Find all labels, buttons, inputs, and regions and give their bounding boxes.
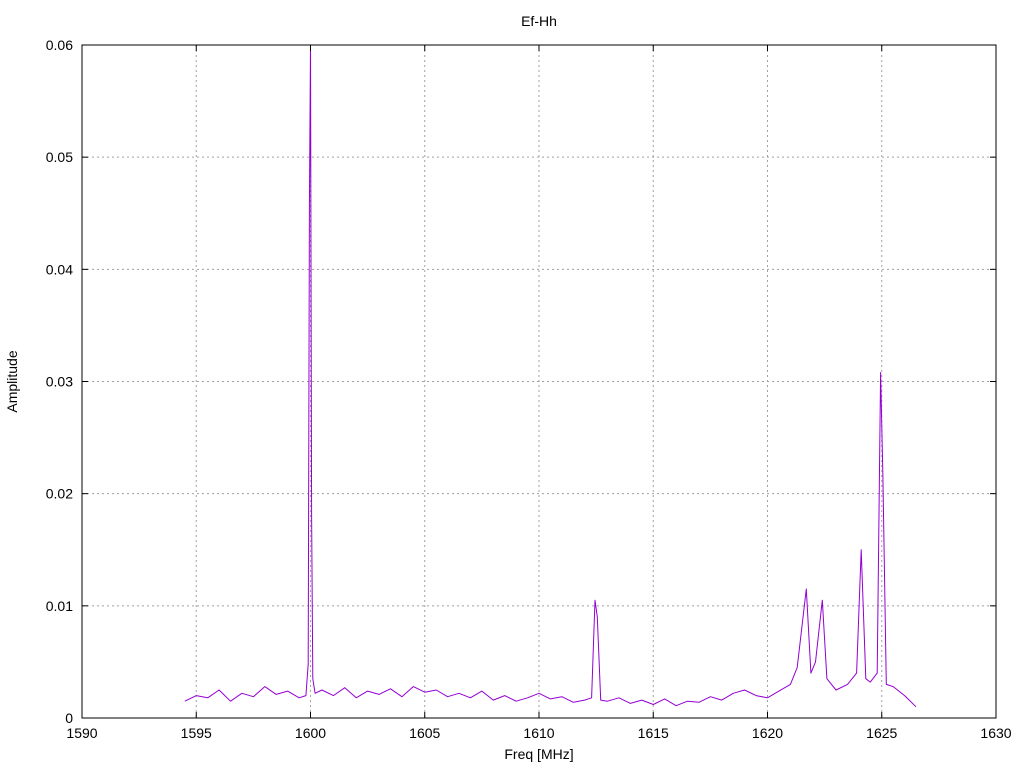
x-tick-label: 1615 xyxy=(638,725,669,741)
x-tick-label: 1595 xyxy=(181,725,212,741)
x-tick-label: 1590 xyxy=(66,725,97,741)
x-axis-label: Freq [MHz] xyxy=(504,746,573,762)
x-tick-label: 1630 xyxy=(980,725,1011,741)
y-tick-label: 0.01 xyxy=(46,598,73,614)
chart-title: Ef-Hh xyxy=(521,13,557,29)
ticks: 1590 1595 1600 1605 1610 1615 1620 1625 1630 0 0.0… xyxy=(46,37,1012,741)
y-tick-label: 0.02 xyxy=(46,486,73,502)
x-tick-label: 1625 xyxy=(866,725,897,741)
x-tick-label: 1610 xyxy=(523,725,554,741)
x-tick-label: 1620 xyxy=(752,725,783,741)
series-line xyxy=(184,44,917,708)
x-tick-label: 1600 xyxy=(295,725,326,741)
y-tick-label: 0.05 xyxy=(46,149,73,165)
y-tick-label: 0.03 xyxy=(46,374,73,390)
y-tick-label: 0.04 xyxy=(46,261,73,277)
y-tick-label: 0.06 xyxy=(46,37,73,53)
y-axis-label: Amplitude xyxy=(4,350,20,412)
y-tick-label: 0 xyxy=(65,710,73,726)
chart: 1590 1595 1600 1605 1610 1615 1620 1625 1630 0 0.0… xyxy=(4,13,1012,762)
x-tick-label: 1605 xyxy=(409,725,440,741)
series-layer xyxy=(184,44,917,708)
